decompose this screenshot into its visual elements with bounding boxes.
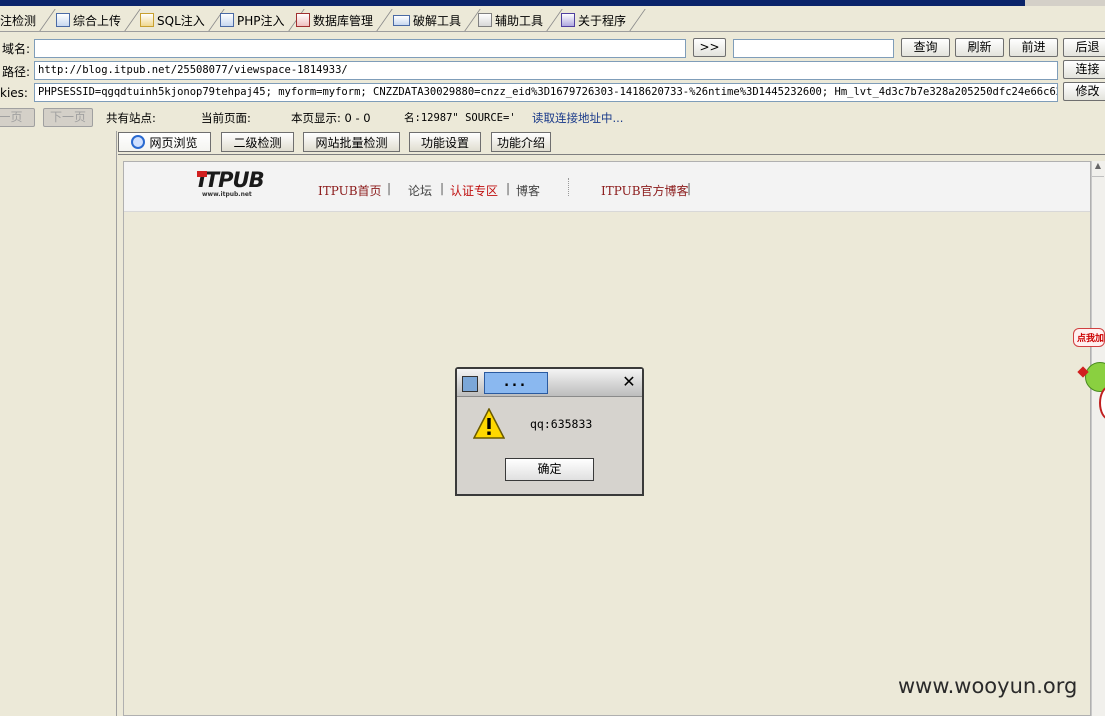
about-icon [561,13,575,27]
itpub-logo[interactable]: ITPUB www.itpub.net [198,168,268,208]
tab-batch-scan[interactable]: 网站批量检测 [303,132,400,152]
nav-certification[interactable]: 认证专区 [450,182,498,199]
modify-button[interactable]: 修改 [1063,82,1105,101]
query-input[interactable] [733,39,894,58]
page-show-text: 本页显示: 0 - 0 [291,111,371,125]
dialog-titlebar[interactable]: ... ✕ [457,369,642,397]
nav-separator: | [440,181,445,195]
close-icon[interactable]: ✕ [621,374,637,390]
app-icon [462,376,478,392]
tab-about[interactable]: 关于程序 [557,9,632,31]
next-page-button[interactable]: 下一页 [43,108,93,127]
nav-divider [568,178,569,196]
tab-feature-intro[interactable]: 功能介绍 [491,132,551,152]
logo-sub-text: www.itpub.net [202,191,252,198]
left-panel[interactable] [0,131,117,716]
nav-blog[interactable]: 博客 [516,182,540,199]
tab-php-injection[interactable]: PHP注入 [216,9,291,31]
nav-itpub-home[interactable]: ITPUB首页 [318,182,382,199]
total-sites-text: 共有站点: [106,111,156,125]
tab-settings[interactable]: 功能设置 [409,132,481,152]
path-input[interactable]: http://blog.itpub.net/25508077/viewspace… [34,61,1058,80]
ad-figure [1085,362,1105,392]
tab-secondary-scan[interactable]: 二级检测 [221,132,294,152]
domain-label: 域名: [2,42,31,56]
ie-icon [131,135,146,149]
dialog-message: qq:635833 [530,417,593,431]
warning-icon [473,408,505,439]
nav-forum[interactable]: 论坛 [408,182,432,199]
tab-injection-scan[interactable]: 注检测 [0,9,42,31]
nav-separator: | [506,181,511,195]
logo-main-text: ITPUB [198,168,265,192]
upload-icon [56,13,70,27]
back-button[interactable]: 后退 [1063,38,1105,57]
tab-upload[interactable]: 综合上传 [52,9,127,31]
sql-search-icon [140,13,154,27]
logo-accent [197,171,207,177]
nav-separator: | [687,181,692,195]
database-icon [296,13,310,27]
watermark: www.wooyun.org [898,674,1078,698]
tab-crack-tools[interactable]: 破解工具 [389,9,467,31]
domain-input[interactable] [34,39,686,58]
path-label: 路径: [2,65,31,79]
ok-button[interactable]: 确定 [505,458,594,481]
current-page-text: 当前页面: [201,111,251,125]
refresh-button[interactable]: 刷新 [955,38,1004,57]
module-tab-bar: 注检测 综合上传 SQL注入 PHP注入 数据库管理 破解工具 辅助工具 关于程… [0,6,1105,32]
nav-separator: | [387,181,392,195]
ad-label: 点我加 [1073,328,1105,347]
query-button[interactable]: 查询 [901,38,950,57]
scroll-up-arrow[interactable]: ▲ [1092,161,1104,177]
forward-button[interactable]: 前进 [1009,38,1058,57]
go-button[interactable]: >> [693,38,726,57]
floating-ad[interactable]: 点我加 [1073,328,1105,420]
name-info-text: 名:12987" SOURCE=' [404,112,516,124]
prev-page-button[interactable]: 一页 [0,108,35,127]
vertical-scrollbar[interactable]: ▲ [1091,161,1105,716]
cookies-label: kies: [0,86,28,100]
loading-status-text: 读取连接地址中... [532,111,624,125]
php-icon [220,13,234,27]
tab-database[interactable]: 数据库管理 [292,9,379,31]
alert-dialog: ... ✕ qq:635833 确定 [455,367,644,496]
cookies-input[interactable]: PHPSESSID=qgqdtuinh5kjonop79tehpaj45; my… [34,83,1058,102]
crack-icon [393,14,410,26]
connect-button[interactable]: 连接 [1063,60,1105,79]
tab-web-browse[interactable]: 网页浏览 [118,132,211,152]
tools-icon [478,13,492,27]
tab-sql-injection[interactable]: SQL注入 [136,9,211,31]
tab-helper-tools[interactable]: 辅助工具 [474,9,549,31]
nav-official-blog[interactable]: ITPUB官方博客 [601,182,689,199]
dialog-title: ... [484,372,548,394]
